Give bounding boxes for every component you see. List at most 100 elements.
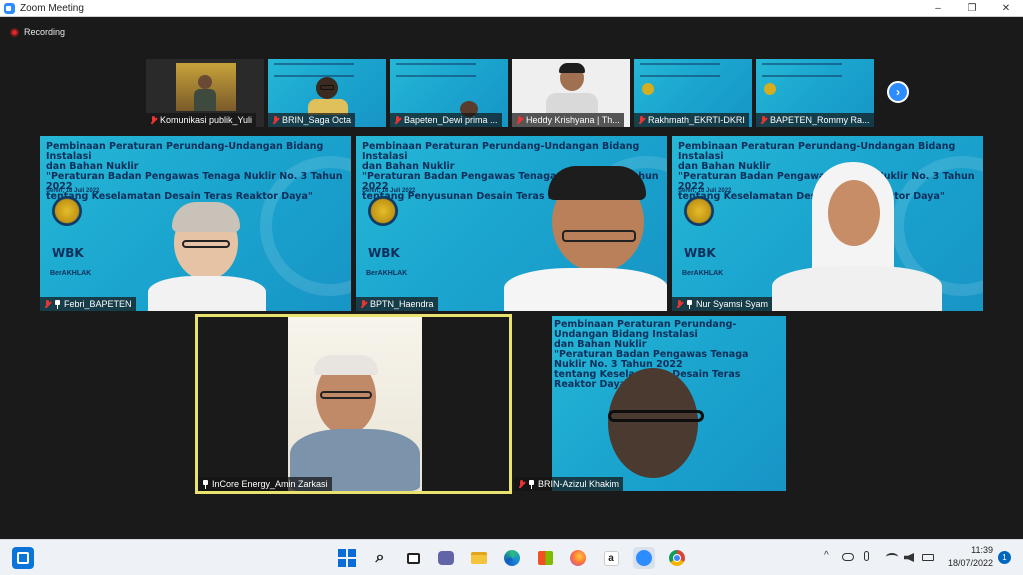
microphone-icon[interactable] (864, 551, 869, 561)
thumbnail-video[interactable]: BRIN_Saga Octa (268, 59, 386, 127)
participant-head (608, 368, 698, 478)
store-icon[interactable] (534, 547, 556, 569)
meeting-stage: Recording Komunikasi publik_Yuli BRIN_Sa… (0, 17, 1023, 539)
firefox-icon[interactable] (567, 547, 589, 569)
amazon-icon[interactable]: a (600, 547, 622, 569)
emblem-icon (764, 83, 776, 95)
start-icon[interactable] (336, 547, 358, 569)
widgets-icon[interactable] (12, 547, 34, 569)
thumbnail-label: BRIN_Saga Octa (268, 113, 356, 127)
pin-icon (686, 299, 693, 309)
berakhlak-logo: BerAKHLAK (50, 270, 92, 277)
task-view-icon[interactable] (402, 547, 424, 569)
participant-name: Komunikasi publik_Yuli (160, 115, 253, 125)
minimize-button[interactable]: – (921, 0, 955, 17)
wifi-icon[interactable] (886, 553, 898, 561)
wbk-logo: WBK (684, 246, 716, 260)
participant-name: BAPETEN_Rommy Ra... (770, 115, 870, 125)
mic-muted-icon (518, 479, 525, 489)
bapeten-emblem-icon (52, 196, 82, 226)
chrome-icon[interactable] (666, 547, 688, 569)
slide-text-lines (396, 63, 476, 77)
tile-label: Febri_BAPETEN (40, 297, 136, 311)
glasses-icon (320, 391, 372, 399)
next-page-button[interactable]: › (887, 81, 909, 103)
tile-label: BPTN_Haendra (356, 297, 438, 311)
slide-date: Senin, 18 Juli 2022 (678, 188, 732, 194)
windows-taskbar: ⌕ a ^ 11:39 18/07/2022 1 (0, 539, 1023, 575)
taskbar-clock[interactable]: 11:39 18/07/2022 (948, 544, 993, 570)
mic-muted-icon (44, 299, 51, 309)
participant-name: BPTN_Haendra (370, 299, 434, 309)
recording-indicator[interactable]: Recording (10, 27, 65, 37)
volume-icon[interactable] (904, 553, 914, 562)
participant-name: Nur Syamsi Syam (696, 299, 769, 309)
edge-icon[interactable] (501, 547, 523, 569)
participant-body (194, 89, 216, 111)
wbk-logo: WBK (52, 246, 84, 260)
mic-muted-icon (676, 299, 683, 309)
active-speaker-tile[interactable]: InCore Energy_Amin Zarkasi (195, 314, 512, 494)
mic-muted-icon (272, 115, 279, 125)
tile-label: BRIN-Azizul Khakim (514, 477, 624, 491)
mic-muted-icon (638, 115, 645, 125)
pin-icon (528, 479, 535, 489)
tile-label: InCore Energy_Amin Zarkasi (198, 477, 332, 491)
participant-body (772, 266, 942, 311)
slide-text-lines (640, 63, 720, 77)
participant-hair (559, 63, 585, 73)
battery-icon[interactable] (922, 554, 934, 561)
notification-badge[interactable]: 1 (998, 551, 1011, 564)
recording-label: Recording (24, 27, 66, 37)
window-title: Zoom Meeting (20, 2, 84, 14)
clock-date: 18/07/2022 (947, 558, 993, 568)
onedrive-icon[interactable] (842, 553, 854, 561)
video-tile[interactable]: Pembinaan Peraturan Perundang-Undangan B… (356, 136, 667, 311)
slide-date: Senin, 18 Juli 2022 (46, 188, 100, 194)
emblem-icon (642, 83, 654, 95)
mic-muted-icon (760, 115, 767, 125)
participant-name: BRIN-Azizul Khakim (538, 479, 620, 489)
thumbnail-label: BAPETEN_Rommy Ra... (756, 113, 874, 127)
headset-icon (608, 410, 704, 422)
participant-name: BRIN_Saga Octa (282, 115, 352, 125)
bapeten-emblem-icon (684, 196, 714, 226)
video-tile[interactable]: Pembinaan Peraturan Perundang-Undangan B… (672, 136, 983, 311)
participant-head (828, 180, 880, 246)
thumbnail-label: Rakhmath_EKRTI-DKRI (634, 113, 749, 127)
clock-time: 11:39 (971, 545, 993, 555)
file-explorer-icon[interactable] (468, 547, 490, 569)
video-tile[interactable]: Pembinaan Peraturan Perundang-Undangan B… (514, 316, 786, 491)
thumbnail-video[interactable]: Heddy Krishyana | Th... (512, 59, 630, 127)
participant-name: Febri_BAPETEN (64, 299, 132, 309)
recording-dot-icon (10, 27, 19, 37)
participant-name: Rakhmath_EKRTI-DKRI (648, 115, 745, 125)
search-icon[interactable]: ⌕ (369, 547, 391, 569)
participant-hair (172, 202, 240, 232)
thumbnail-video[interactable]: Bapeten_Dewi prima ... (390, 59, 508, 127)
maximize-button[interactable]: ❐ (955, 0, 989, 17)
video-tile[interactable]: Pembinaan Peraturan Perundang-Undangan B… (40, 136, 351, 311)
tray-chevron-icon[interactable]: ^ (824, 550, 829, 561)
participant-name: Bapeten_Dewi prima ... (404, 115, 498, 125)
thumbnail-video[interactable]: BAPETEN_Rommy Ra... (756, 59, 874, 127)
participant-head (198, 75, 212, 89)
zoom-taskbar-icon[interactable] (633, 547, 655, 569)
participant-body (504, 268, 667, 311)
mic-muted-icon (360, 299, 367, 309)
slide-date: Senin, 18 Juli 2022 (362, 188, 416, 194)
close-button[interactable]: ✕ (989, 0, 1023, 17)
thumbnail-video[interactable]: Komunikasi publik_Yuli (146, 59, 264, 127)
pin-icon (202, 479, 209, 489)
thumbnail-video[interactable]: Rakhmath_EKRTI-DKRI (634, 59, 752, 127)
glasses-icon (182, 240, 230, 248)
participant-body (148, 276, 266, 311)
berakhlak-logo: BerAKHLAK (682, 270, 724, 277)
wbk-logo: WBK (368, 246, 400, 260)
glasses-icon (562, 230, 636, 242)
mic-muted-icon (516, 115, 523, 125)
thumbnail-label: Heddy Krishyana | Th... (512, 113, 624, 127)
teams-chat-icon[interactable] (435, 547, 457, 569)
participant-body (546, 93, 598, 113)
pin-icon (54, 299, 61, 309)
